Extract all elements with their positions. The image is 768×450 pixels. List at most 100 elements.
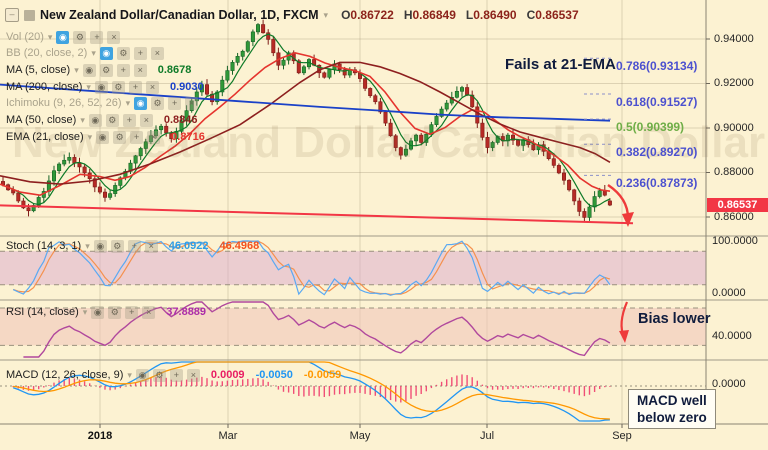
macd-value: -0.0050 <box>255 369 293 381</box>
macd-pane-header: MACD (12, 26, close, 9) ▾ ◉ ⚙ + × 0.0009 -0.00… <box>6 368 341 382</box>
settings-icon[interactable]: ⚙ <box>105 113 119 127</box>
indicator-label[interactable]: EMA (21, close) <box>6 131 84 143</box>
stoch-value: 46.0922 <box>168 240 209 252</box>
dropdown-caret-icon[interactable]: ▾ <box>126 98 131 109</box>
price-axis-label: 0.92000 <box>714 77 754 89</box>
time-axis-label: May <box>349 430 371 442</box>
chart-header: – New Zealand Dollar/Canadian Dollar, 1D… <box>5 7 579 23</box>
add-icon[interactable]: + <box>128 80 142 94</box>
close-icon[interactable]: × <box>139 113 153 127</box>
add-icon[interactable]: + <box>125 305 139 319</box>
price-axis-label: 0.86000 <box>714 211 754 223</box>
time-axis-label: Sep <box>612 430 632 442</box>
annotation-macd-note: MACD well below zero <box>628 389 716 429</box>
settings-icon[interactable]: ⚙ <box>108 305 122 319</box>
close-icon[interactable]: × <box>185 96 199 110</box>
macd-value: 0.0009 <box>210 369 245 381</box>
settings-icon[interactable]: ⚙ <box>152 368 166 382</box>
stoch-value: 46.4968 <box>219 240 260 252</box>
dropdown-caret-icon[interactable]: ▾ <box>324 10 329 21</box>
add-icon[interactable]: + <box>127 239 141 253</box>
settings-icon[interactable]: ⚙ <box>111 80 125 94</box>
eye-icon[interactable]: ◉ <box>135 368 149 382</box>
close-icon[interactable]: × <box>186 368 200 382</box>
last-price-badge: 0.86537 <box>707 198 768 212</box>
close-icon[interactable]: × <box>150 46 164 60</box>
eye-icon[interactable]: ◉ <box>94 80 108 94</box>
add-icon[interactable]: + <box>130 130 144 144</box>
eye-icon[interactable]: ◉ <box>96 130 110 144</box>
dropdown-caret-icon[interactable]: ▾ <box>74 65 79 76</box>
indicator-value: 0.8678 <box>157 64 192 76</box>
annotation-fails-at-21ema: Fails at 21-EMA <box>505 56 616 73</box>
eye-icon[interactable]: ◉ <box>91 305 105 319</box>
annotation-macd-note-line1: MACD well <box>637 393 707 408</box>
chart-style-icon[interactable] <box>24 9 35 21</box>
dropdown-caret-icon[interactable]: ▾ <box>80 115 85 126</box>
close-icon[interactable]: × <box>147 130 161 144</box>
eye-icon[interactable]: ◉ <box>99 46 113 60</box>
dropdown-caret-icon[interactable]: ▾ <box>127 370 132 381</box>
collapse-icon[interactable]: – <box>5 8 19 22</box>
add-icon[interactable]: + <box>116 63 130 77</box>
fib-level-label: 0.786(0.93134) <box>616 59 698 73</box>
stoch-axis-label: 0.0000 <box>712 287 746 299</box>
eye-icon[interactable]: ◉ <box>134 96 148 110</box>
indicator-label[interactable]: MA (200, close) <box>6 81 82 93</box>
close-icon[interactable]: × <box>145 80 159 94</box>
stoch-pane-header: Stoch (14, 3, 1) ▾ ◉ ⚙ + × 46.0922 46.4968 <box>6 239 259 253</box>
time-axis-label: Jul <box>479 430 495 442</box>
indicator-value: 0.9030 <box>169 81 204 93</box>
indicator-label[interactable]: Vol (20) <box>6 31 44 43</box>
add-icon[interactable]: + <box>169 368 183 382</box>
indicator-label[interactable]: BB (20, close, 2) <box>6 47 87 59</box>
dropdown-caret-icon[interactable]: ▾ <box>86 82 91 93</box>
add-icon[interactable]: + <box>133 46 147 60</box>
indicator-row: Vol (20) ▾ ◉ ⚙ + × <box>6 30 121 44</box>
time-axis-label: 2018 <box>87 430 113 442</box>
annotation-bias-lower: Bias lower <box>638 311 711 327</box>
settings-icon[interactable]: ⚙ <box>151 96 165 110</box>
dropdown-caret-icon[interactable]: ▾ <box>88 132 93 143</box>
settings-icon[interactable]: ⚙ <box>73 30 87 44</box>
fib-level-label: 0.5(0.90399) <box>616 120 685 134</box>
indicator-row: MA (200, close) ▾ ◉ ⚙ + × 0.9030 <box>6 80 204 94</box>
close-icon[interactable]: × <box>144 239 158 253</box>
price-axis-label: 0.94000 <box>714 33 754 45</box>
dropdown-caret-icon[interactable]: ▾ <box>91 48 96 59</box>
indicator-label[interactable]: MA (5, close) <box>6 64 70 76</box>
close-icon[interactable]: × <box>107 30 121 44</box>
indicator-label[interactable]: MA (50, close) <box>6 114 76 126</box>
dropdown-caret-icon[interactable]: ▾ <box>85 241 90 252</box>
stoch-label[interactable]: Stoch (14, 3, 1) <box>6 240 81 252</box>
fib-level-label: 0.618(0.91527) <box>616 95 698 109</box>
settings-icon[interactable]: ⚙ <box>99 63 113 77</box>
add-icon[interactable]: + <box>122 113 136 127</box>
eye-icon[interactable]: ◉ <box>88 113 102 127</box>
eye-icon[interactable]: ◉ <box>56 30 70 44</box>
indicator-label[interactable]: Ichimoku (9, 26, 52, 26) <box>6 97 122 109</box>
high-value: 0.86849 <box>412 8 456 22</box>
dropdown-caret-icon[interactable]: ▾ <box>48 32 53 43</box>
indicator-row: MA (50, close) ▾ ◉ ⚙ + × 0.8846 <box>6 113 198 127</box>
symbol-title[interactable]: New Zealand Dollar/Canadian Dollar, 1D, … <box>40 8 319 22</box>
indicator-row: Ichimoku (9, 26, 52, 26) ▾ ◉ ⚙ + × <box>6 96 199 110</box>
trading-chart-app: New Zealand Dollar/Canadian Dollar – New… <box>0 0 768 450</box>
support-trendline[interactable] <box>0 204 634 225</box>
settings-icon[interactable]: ⚙ <box>116 46 130 60</box>
rsi-value: 37.8889 <box>166 306 207 318</box>
dropdown-caret-icon[interactable]: ▾ <box>83 307 88 318</box>
macd-label[interactable]: MACD (12, 26, close, 9) <box>6 369 123 381</box>
add-icon[interactable]: + <box>90 30 104 44</box>
macd-value: -0.0059 <box>303 369 342 381</box>
settings-icon[interactable]: ⚙ <box>113 130 127 144</box>
rsi-label[interactable]: RSI (14, close) <box>6 306 79 318</box>
eye-icon[interactable]: ◉ <box>82 63 96 77</box>
add-icon[interactable]: + <box>168 96 182 110</box>
settings-icon[interactable]: ⚙ <box>110 239 124 253</box>
close-icon[interactable]: × <box>133 63 147 77</box>
eye-icon[interactable]: ◉ <box>93 239 107 253</box>
open-value: 0.86722 <box>350 8 394 22</box>
close-icon[interactable]: × <box>142 305 156 319</box>
annotation-macd-note-line2: below zero <box>637 410 707 425</box>
